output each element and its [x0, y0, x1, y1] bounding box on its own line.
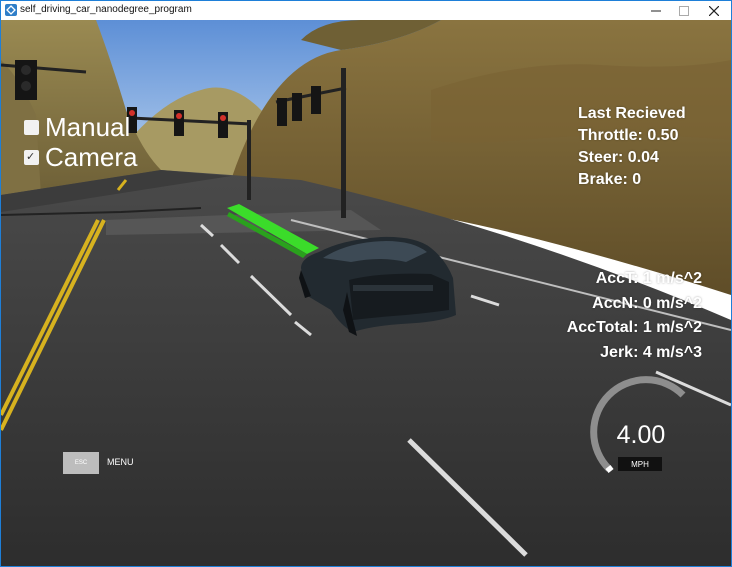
speed-unit: MPH — [618, 457, 662, 471]
signal-pole-mid — [247, 120, 251, 200]
camera-toggle[interactable]: ✓ Camera — [24, 143, 137, 171]
signal-pole-right — [341, 68, 346, 218]
minimize-icon — [651, 10, 661, 11]
traffic-light — [15, 60, 37, 100]
menu-label: MENU — [107, 457, 134, 467]
acc-n-readout: AccN: 0 m/s^2 — [592, 295, 702, 312]
window-title: self_driving_car_nanodegree_program — [20, 4, 192, 15]
checkmark-icon: ✓ — [26, 150, 36, 163]
manual-label: Manual — [45, 112, 131, 142]
app-window: self_driving_car_nanodegree_program Manu… — [0, 0, 732, 567]
title-bar[interactable]: self_driving_car_nanodegree_program — [1, 1, 731, 20]
unity-app-icon — [5, 4, 17, 16]
steer-readout: Steer: 0.04 — [578, 149, 659, 166]
speed-value: 4.00 — [616, 421, 666, 449]
acc-total-readout: AccTotal: 1 m/s^2 — [566, 319, 702, 336]
acc-t-readout: AccT: 1 m/s^2 — [595, 270, 702, 287]
throttle-readout: Throttle: 0.50 — [578, 127, 679, 144]
last-received-heading: Last Recieved — [578, 105, 686, 122]
esc-button[interactable]: ESC — [63, 452, 99, 474]
manual-checkbox[interactable] — [24, 119, 39, 135]
close-icon — [709, 5, 719, 16]
traffic-light — [174, 110, 184, 136]
driving-scene — [1, 20, 731, 566]
traffic-light — [218, 112, 228, 138]
maximize-button[interactable] — [669, 1, 699, 20]
simulator-viewport[interactable]: Manual ✓ Camera Last Recieved Throttle: … — [1, 20, 731, 566]
camera-label: Camera — [45, 142, 138, 172]
close-button[interactable] — [699, 1, 729, 20]
camera-checkbox[interactable]: ✓ — [24, 149, 39, 165]
maximize-icon — [679, 5, 689, 16]
brake-readout: Brake: 0 — [578, 171, 642, 188]
jerk-readout: Jerk: 4 m/s^3 — [600, 344, 702, 361]
manual-toggle[interactable]: Manual — [24, 113, 130, 141]
minimize-button[interactable] — [641, 1, 671, 20]
